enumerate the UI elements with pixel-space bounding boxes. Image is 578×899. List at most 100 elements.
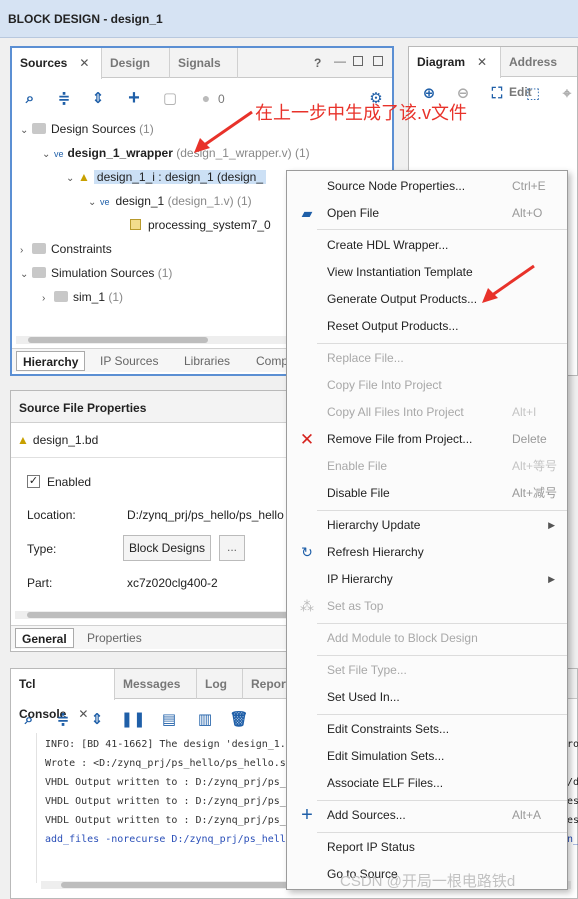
menu-item-create-hdl-wrapper[interactable]: Create HDL Wrapper... xyxy=(287,232,567,259)
properties-file-row: ▲ design_1.bd xyxy=(17,433,99,447)
delete-icon[interactable]: 🗑 xyxy=(229,709,249,729)
menu-item-associate-elf-files[interactable]: Associate ELF Files... xyxy=(287,770,567,797)
tab-hierarchy[interactable]: Hierarchy xyxy=(16,351,86,371)
console-line: Wrote : <D:/zynq_prj/ps_hello/ps_hello.s xyxy=(45,758,286,769)
annotation-arrow-icon xyxy=(482,264,535,303)
menu-item-add-module-to-block-design[interactable]: Add Module to Block Design xyxy=(287,625,567,652)
copy-icon[interactable]: ▤ xyxy=(159,709,179,729)
tab-tcl-console[interactable]: Tcl Console ✕ xyxy=(11,669,115,721)
scrollbar-thumb[interactable] xyxy=(28,337,208,343)
tree-row-design-1[interactable]: ⌄ ve design_1 (design_1.v) (1) xyxy=(88,190,252,212)
submenu-arrow-icon: ▶ xyxy=(548,574,555,584)
menu-item-edit-simulation-sets[interactable]: Edit Simulation Sets... xyxy=(287,743,567,770)
type-more-button[interactable]: ... xyxy=(219,535,245,561)
menu-item-refresh-hierarchy[interactable]: ↻ Refresh Hierarchy xyxy=(287,539,567,566)
menu-item-enable-file[interactable]: Enable File Alt+等号 xyxy=(287,453,567,480)
help-icon[interactable]: ? xyxy=(314,56,321,70)
float-icon[interactable] xyxy=(373,56,383,66)
tab-sources[interactable]: Sources ✕ xyxy=(12,48,102,79)
chevron-down-icon[interactable]: ⌄ xyxy=(42,144,54,166)
menu-item-copy-file-into-project[interactable]: Copy File Into Project xyxy=(287,372,567,399)
collapse-all-icon[interactable]: ≑ xyxy=(53,709,73,729)
expand-all-icon[interactable]: ⇕ xyxy=(87,709,107,729)
tab-address-editor[interactable]: Address Edit xyxy=(501,47,578,99)
console-line: INFO: [BD 41-1662] The design 'design_1.… xyxy=(45,739,292,750)
menu-separator xyxy=(317,655,567,656)
enabled-checkbox[interactable]: ✓ xyxy=(27,475,40,488)
menu-item-add-sources[interactable]: + Add Sources... Alt+A xyxy=(287,802,567,829)
tree-row-processing-system[interactable]: processing_system7_0 xyxy=(130,214,271,236)
chevron-down-icon[interactable]: ⌄ xyxy=(20,120,32,142)
target-icon[interactable]: ⌖ xyxy=(557,83,577,103)
chevron-down-icon[interactable]: ⌄ xyxy=(66,168,78,190)
add-icon[interactable]: + xyxy=(124,87,144,109)
menu-item-copy-all-files-into-project[interactable]: Copy All Files Into Project Alt+I xyxy=(287,399,567,426)
add-icon: + xyxy=(301,804,313,826)
tree-row-simulation-sources[interactable]: ⌄ Simulation Sources (1) xyxy=(20,262,172,284)
menu-item-set-as-top[interactable]: ⁂ Set as Top xyxy=(287,593,567,620)
location-label: Location: xyxy=(27,508,76,522)
tab-libraries[interactable]: Libraries xyxy=(178,351,236,371)
search-icon[interactable]: ⌕ xyxy=(19,709,39,729)
expand-all-icon[interactable]: ⇕ xyxy=(88,88,108,108)
collapse-all-icon[interactable]: ≑ xyxy=(54,88,74,108)
menu-item-edit-constraints-sets[interactable]: Edit Constraints Sets... xyxy=(287,716,567,743)
tree-row-design-sources[interactable]: ⌄ Design Sources (1) xyxy=(20,118,154,140)
tab-design[interactable]: Design xyxy=(102,48,170,78)
tab-properties[interactable]: Properties xyxy=(81,628,148,648)
console-line-fragment: n_ xyxy=(567,834,578,845)
menu-item-ip-hierarchy[interactable]: IP Hierarchy ▶ xyxy=(287,566,567,593)
location-value: D:/zynq_prj/ps_hello/ps_hello xyxy=(127,508,284,522)
menu-separator xyxy=(317,343,567,344)
tab-ip-sources[interactable]: IP Sources xyxy=(94,351,164,371)
verilog-icon: ve xyxy=(100,197,110,207)
status-dot-icon: ● xyxy=(201,90,211,106)
minimize-icon[interactable]: — xyxy=(334,54,346,68)
pause-icon[interactable]: ❚❚ xyxy=(120,709,145,729)
annotation-text: 在上一步中生成了该.v文件 xyxy=(255,103,467,123)
tree-row-sim-1[interactable]: › sim_1 (1) xyxy=(42,286,123,308)
menu-separator xyxy=(317,229,567,230)
tab-messages[interactable]: Messages xyxy=(115,669,197,699)
enabled-label: Enabled xyxy=(47,475,92,489)
search-icon[interactable]: ⌕ xyxy=(20,88,40,108)
menu-item-open-file[interactable]: ▰ Open File Alt+O xyxy=(287,200,567,227)
tab-signals[interactable]: Signals xyxy=(170,48,238,78)
verilog-icon: ve xyxy=(54,149,64,159)
menu-item-source-node-properties[interactable]: Source Node Properties... Ctrl+E xyxy=(287,173,567,200)
tree-row-design-1-i[interactable]: ⌄ ▲ design_1_i : design_1 (design_ xyxy=(66,166,267,190)
menu-item-replace-file[interactable]: Replace File... xyxy=(287,345,567,372)
chevron-right-icon[interactable]: › xyxy=(42,288,54,310)
tree-row-constraints[interactable]: › Constraints xyxy=(20,238,112,260)
scrollbar-thumb[interactable] xyxy=(27,612,327,618)
fit-icon[interactable]: ⛶ xyxy=(487,83,507,103)
console-line-fragment: /d xyxy=(567,777,578,788)
maximize-icon[interactable] xyxy=(353,56,363,66)
menu-item-disable-file[interactable]: Disable File Alt+减号 xyxy=(287,480,567,507)
folder-icon xyxy=(54,291,68,302)
menu-item-hierarchy-update[interactable]: Hierarchy Update ▶ xyxy=(287,512,567,539)
menu-item-remove-file-from-project[interactable]: ✕ Remove File from Project... Delete xyxy=(287,426,567,453)
console-line-fragment: es xyxy=(567,815,578,826)
menu-item-report-ip-status[interactable]: Report IP Status xyxy=(287,834,567,861)
chevron-down-icon[interactable]: ⌄ xyxy=(88,192,100,214)
tab-log[interactable]: Log xyxy=(197,669,243,699)
tree-row-wrapper[interactable]: ⌄ ve design_1_wrapper (design_1_wrapper.v)… xyxy=(42,142,310,164)
select-area-icon[interactable]: ⬚ xyxy=(523,83,543,103)
chevron-down-icon[interactable]: ⌄ xyxy=(20,264,32,286)
menu-item-set-used-in[interactable]: Set Used In... xyxy=(287,684,567,711)
properties-icon[interactable]: ▢ xyxy=(160,88,180,108)
close-icon[interactable]: ✕ xyxy=(79,56,89,70)
tab-general[interactable]: General xyxy=(15,628,74,648)
type-value-box[interactable]: Block Designs xyxy=(123,535,211,561)
folder-icon xyxy=(32,267,46,278)
table-icon[interactable]: ▥ xyxy=(195,709,215,729)
folder-open-icon: ▰ xyxy=(301,205,313,221)
close-icon[interactable]: ✕ xyxy=(477,55,487,69)
menu-item-reset-output-products[interactable]: Reset Output Products... xyxy=(287,313,567,340)
annotation-arrow-icon xyxy=(194,110,253,153)
status-count: 0 xyxy=(218,92,225,106)
tab-diagram[interactable]: Diagram ✕ xyxy=(409,47,501,78)
menu-item-set-file-type[interactable]: Set File Type... xyxy=(287,657,567,684)
chevron-right-icon[interactable]: › xyxy=(20,240,32,262)
